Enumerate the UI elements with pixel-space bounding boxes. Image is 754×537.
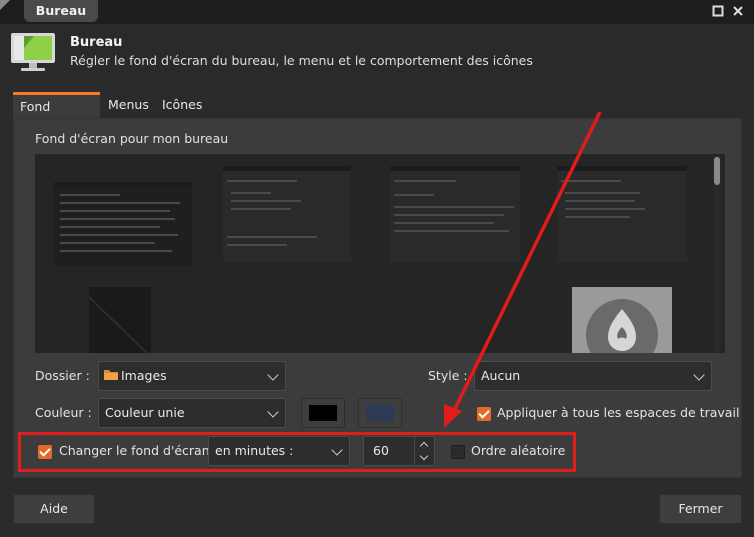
folder-icon (103, 363, 119, 391)
annotation-highlight-box (18, 432, 576, 472)
color-mode-value: Couleur unie (105, 405, 185, 420)
wallpaper-heading: Fond d'écran pour mon bureau (35, 131, 229, 146)
folder-combo[interactable]: Images (98, 361, 286, 391)
tab-fond-ecran[interactable]: Fond d'écran (13, 92, 100, 137)
chevron-down-icon (267, 406, 279, 418)
chevron-down-icon (267, 369, 279, 381)
close-icon[interactable] (731, 4, 745, 18)
maximize-icon[interactable] (711, 4, 725, 18)
help-button[interactable]: Aide (13, 494, 95, 524)
secondary-color-button[interactable] (358, 398, 402, 428)
chevron-down-icon (693, 369, 705, 381)
wallpaper-thumbnail[interactable] (88, 287, 151, 353)
primary-color-swatch (309, 405, 337, 421)
wallpaper-thumbnail[interactable] (54, 182, 192, 266)
wallpaper-thumbnail[interactable] (390, 166, 520, 262)
style-combo[interactable]: Aucun (474, 361, 712, 391)
primary-color-button[interactable] (301, 398, 345, 428)
close-button[interactable]: Fermer (659, 494, 742, 524)
style-label: Style : (428, 368, 468, 383)
tab-icones[interactable]: Icônes (155, 92, 209, 118)
window-title: Bureau (24, 0, 98, 22)
apply-all-label[interactable]: Appliquer à tous les espaces de travail (497, 405, 739, 420)
title-bar (0, 0, 754, 24)
secondary-color-swatch (366, 405, 394, 421)
gallery-scrollbar[interactable] (713, 156, 721, 351)
color-mode-combo[interactable]: Couleur unie (98, 398, 286, 428)
apply-all-checkbox[interactable] (477, 407, 491, 421)
dialog-title: Bureau (70, 35, 123, 50)
dialog-subtitle: Régler le fond d'écran du bureau, le men… (70, 53, 533, 68)
gallery-scrollbar-thumb[interactable] (714, 157, 720, 185)
window-menu-corner[interactable] (0, 0, 10, 10)
wallpaper-thumbnail[interactable] (572, 287, 672, 353)
style-value: Aucun (481, 368, 521, 383)
tab-menus[interactable]: Menus (101, 92, 156, 118)
wallpaper-gallery[interactable] (35, 154, 725, 353)
wallpaper-thumbnail[interactable] (223, 166, 351, 262)
wallpaper-thumbnail[interactable] (557, 166, 687, 262)
color-label: Couleur : (35, 405, 92, 420)
folder-value: Images (121, 368, 167, 383)
desktop-monitor-icon (10, 32, 56, 74)
folder-label: Dossier : (35, 368, 90, 383)
